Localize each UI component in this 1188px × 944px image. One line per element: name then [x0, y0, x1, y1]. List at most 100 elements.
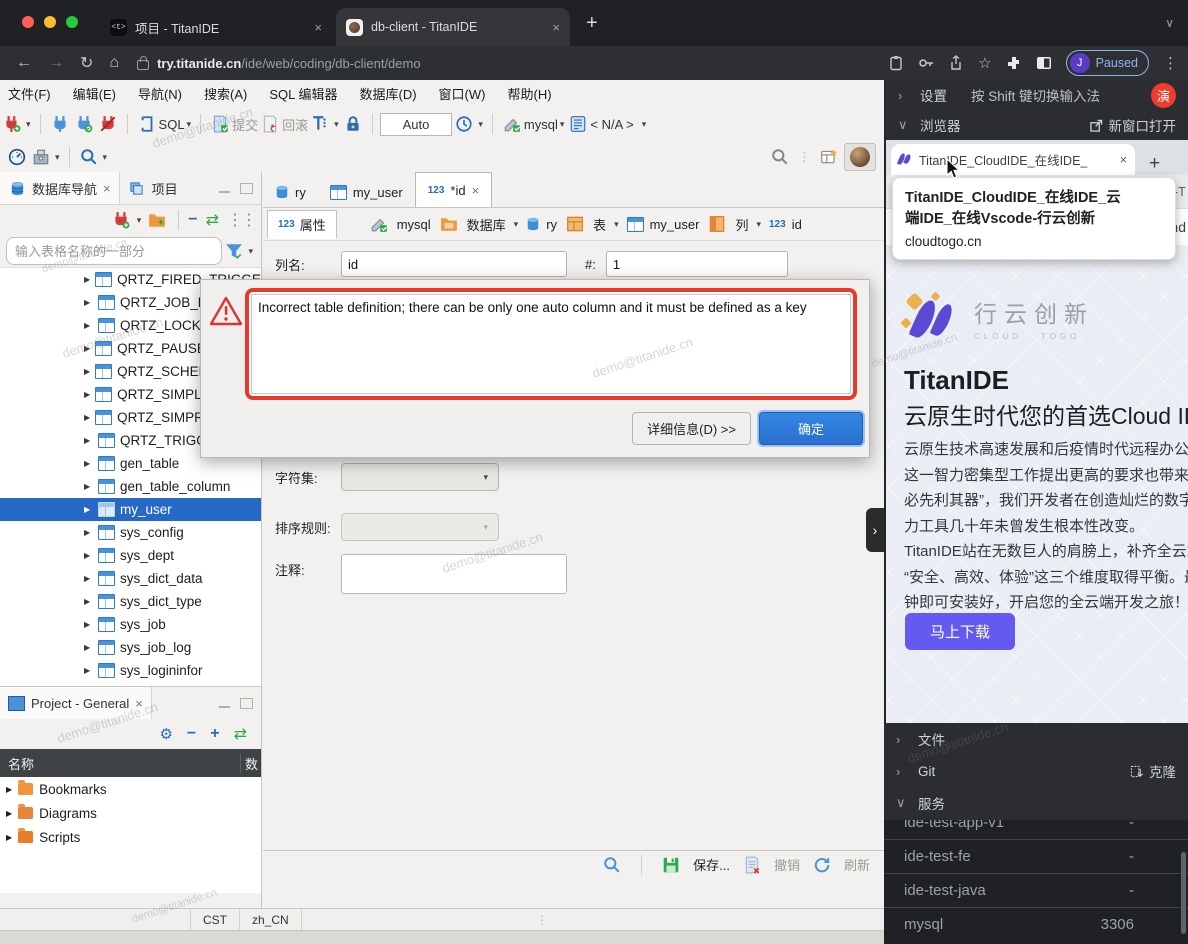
mac-minimize-button[interactable]: [44, 16, 56, 28]
close-icon[interactable]: ×: [103, 181, 111, 196]
clipboard-icon[interactable]: [888, 55, 904, 71]
home-icon[interactable]: ⌂: [109, 54, 119, 72]
view-menu-icon[interactable]: ⋮⋮: [227, 210, 255, 230]
undo-label[interactable]: 撤销: [774, 855, 800, 874]
table-row[interactable]: ▶gen_table_column: [0, 475, 261, 498]
table-row[interactable]: ▶sys_logininfor: [0, 659, 261, 682]
rollback-label[interactable]: 回滚: [282, 115, 308, 134]
minimize-panel-icon[interactable]: [219, 189, 230, 193]
files-section-row[interactable]: › 文件: [884, 723, 1188, 755]
maximize-panel-icon[interactable]: [240, 183, 253, 194]
breadcrumb-table[interactable]: my_user: [650, 217, 700, 232]
service-row[interactable]: ide-test-fe-: [884, 840, 1188, 874]
table-row-selected[interactable]: ▶my_user: [0, 498, 261, 521]
chevron-down-icon[interactable]: ▾: [756, 219, 761, 230]
chevron-down-icon[interactable]: ▾: [26, 119, 31, 130]
chevron-down-icon[interactable]: ▾: [187, 119, 192, 130]
project-column-header[interactable]: 名称 数: [0, 749, 261, 777]
chevron-down-icon[interactable]: ▾: [137, 215, 142, 226]
new-connection-icon[interactable]: [3, 115, 21, 133]
auto-commit-select[interactable]: Auto: [380, 113, 453, 136]
scrollbar-thumb[interactable]: [1181, 852, 1186, 934]
maximize-panel-icon[interactable]: [240, 698, 253, 709]
inner-browser-tab[interactable]: TitanIDE_CloudIDE_在线IDE_ ×: [891, 144, 1135, 175]
kebab-menu-icon[interactable]: ⋮: [1163, 54, 1178, 72]
open-new-window-button[interactable]: 新窗口打开: [1090, 115, 1177, 135]
minimize-panel-icon[interactable]: [219, 704, 230, 708]
lock-icon[interactable]: [344, 115, 362, 133]
project-archive-icon[interactable]: [32, 148, 50, 166]
chevron-down-icon[interactable]: ▾: [334, 119, 339, 130]
tab-project-general[interactable]: Project - General ×: [0, 687, 152, 719]
chevron-down-icon[interactable]: ▾: [55, 152, 60, 163]
table-row[interactable]: ▶sys_job: [0, 613, 261, 636]
column-name-input[interactable]: [341, 251, 567, 277]
column-number-input[interactable]: [606, 251, 788, 277]
menu-sql-editor[interactable]: SQL 编辑器: [269, 84, 337, 103]
menu-search[interactable]: 搜索(A): [204, 84, 247, 103]
transaction-mode-icon[interactable]: [311, 115, 329, 133]
chevron-down-icon[interactable]: ▾: [103, 152, 108, 163]
collapse-all-icon[interactable]: −: [187, 725, 196, 743]
connect-icon[interactable]: [51, 115, 69, 133]
sql-script-icon[interactable]: [138, 115, 156, 133]
service-row[interactable]: ide-test-java-: [884, 874, 1188, 908]
ok-button[interactable]: 确定: [759, 412, 863, 445]
mac-close-button[interactable]: [22, 16, 34, 28]
gear-icon[interactable]: ⚙: [159, 725, 172, 743]
service-row[interactable]: mysql3306: [884, 908, 1188, 941]
menu-file[interactable]: 文件(F): [8, 84, 51, 103]
reload-icon[interactable]: ↻: [80, 53, 93, 73]
chevron-down-icon[interactable]: ▾: [642, 119, 647, 130]
commit-icon[interactable]: [211, 115, 229, 133]
profile-button[interactable]: J Paused: [1066, 50, 1149, 76]
close-tab-icon[interactable]: ×: [552, 20, 560, 35]
charset-select[interactable]: ▾: [341, 463, 499, 491]
table-row[interactable]: ▶sys_job_log: [0, 636, 261, 659]
ime-badge[interactable]: 演: [1151, 83, 1176, 108]
details-button[interactable]: 详细信息(D) >>: [632, 412, 751, 445]
forward-icon[interactable]: →: [48, 54, 64, 72]
download-button[interactable]: 马上下载: [905, 613, 1015, 650]
new-connection-icon[interactable]: [112, 211, 130, 229]
new-folder-icon[interactable]: [148, 211, 166, 229]
filter-funnel-icon[interactable]: [225, 242, 243, 260]
new-tab-button[interactable]: +: [586, 12, 598, 35]
collation-select[interactable]: ▾: [341, 513, 499, 541]
save-label[interactable]: 保存...: [693, 855, 730, 874]
breadcrumb-db-label[interactable]: 数据库: [467, 215, 506, 234]
inner-new-tab-button[interactable]: +: [1149, 153, 1160, 175]
close-icon[interactable]: ×: [135, 696, 143, 711]
statusbar-grip[interactable]: ⋮: [536, 913, 548, 927]
browser-tab-dbclient[interactable]: db-client - TitanIDE ×: [336, 8, 570, 46]
refresh-label[interactable]: 刷新: [844, 855, 870, 874]
tab-search-chevron-icon[interactable]: ∨: [1165, 16, 1174, 30]
search-icon[interactable]: [771, 148, 789, 166]
close-icon[interactable]: ×: [472, 183, 480, 198]
perspective-icon[interactable]: [820, 148, 838, 166]
breadcrumb-db[interactable]: ry: [546, 217, 557, 232]
browser-tab-project[interactable]: <t> 项目 - TitanIDE ×: [100, 8, 332, 46]
search-icon[interactable]: [603, 856, 621, 874]
editor-tab-my-user[interactable]: my_user: [318, 177, 415, 207]
menu-help[interactable]: 帮助(H): [507, 84, 551, 103]
breadcrumb-column[interactable]: id: [792, 217, 802, 232]
chevron-down-icon[interactable]: ▾: [614, 219, 619, 230]
git-clone-button[interactable]: 克隆: [1130, 761, 1176, 781]
link-editor-icon[interactable]: ⇄: [234, 724, 247, 744]
tab-properties[interactable]: 123 属性: [267, 210, 337, 239]
collapse-all-icon[interactable]: −: [188, 211, 197, 229]
chevron-down-icon[interactable]: ▾: [478, 119, 483, 130]
dashboard-gauge-icon[interactable]: [8, 148, 26, 166]
history-clock-icon[interactable]: [455, 115, 473, 133]
link-editor-icon[interactable]: ⇄: [206, 210, 219, 230]
password-key-icon[interactable]: [918, 55, 934, 71]
rollback-icon[interactable]: [261, 115, 279, 133]
engine-label[interactable]: mysql: [524, 117, 558, 132]
settings-section-row[interactable]: › 设置 按 Shift 键切换输入法 演: [886, 80, 1188, 110]
share-icon[interactable]: [948, 55, 964, 71]
menu-navigate[interactable]: 导航(N): [138, 84, 182, 103]
menu-edit[interactable]: 编辑(E): [73, 84, 116, 103]
mac-zoom-button[interactable]: [66, 16, 78, 28]
panel-expand-handle[interactable]: ›: [866, 508, 884, 552]
